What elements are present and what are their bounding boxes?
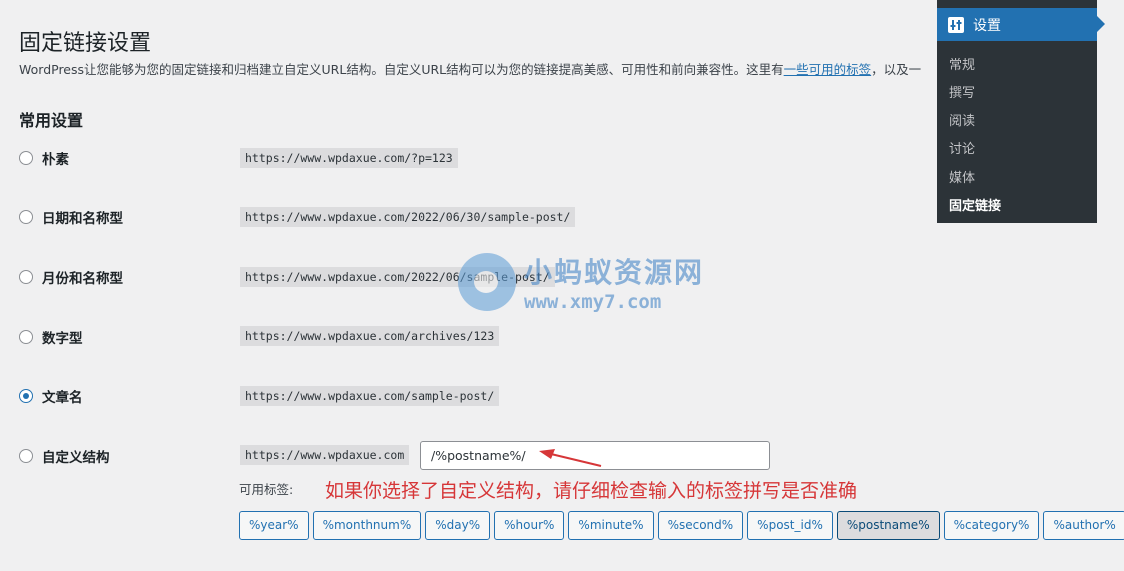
settings-menu-header[interactable]: 设置 (937, 8, 1105, 41)
tag-button-monthnum[interactable]: %monthnum% (312, 511, 422, 540)
tag-button-minute[interactable]: %minute% (568, 511, 654, 540)
url-example: https://www.wpdaxue.com/?p=123 (240, 148, 458, 168)
submenu-item-discussion[interactable]: 讨论 (949, 138, 975, 157)
radio-post-name[interactable] (19, 389, 33, 403)
option-post-name[interactable]: 文章名 (19, 385, 83, 407)
option-label: 朴素 (42, 152, 69, 168)
tag-button-postname[interactable]: %postname% (836, 511, 940, 540)
option-day-name[interactable]: 日期和名称型 (19, 206, 123, 228)
common-settings-heading: 常用设置 (19, 111, 84, 131)
settings-sliders-icon (948, 16, 964, 33)
tag-button-year[interactable]: %year% (239, 511, 309, 540)
intro-text: WordPress让您能够为您的固定链接和归档建立自定义URL结构。自定义URL… (19, 59, 937, 78)
option-label: 自定义结构 (42, 450, 110, 466)
submenu-item-media[interactable]: 媒体 (949, 167, 975, 186)
option-month-name[interactable]: 月份和名称型 (19, 266, 123, 288)
annotation-note: 如果你选择了自定义结构，请仔细检查输入的标签拼写是否准确 (325, 480, 858, 502)
watermark-url: www.xmy7.com (524, 291, 662, 313)
submenu-item-reading[interactable]: 阅读 (949, 110, 975, 129)
radio-custom-structure[interactable] (19, 449, 33, 463)
url-prefix: https://www.wpdaxue.com (240, 445, 410, 465)
url-example: https://www.wpdaxue.com/archives/123 (240, 326, 500, 346)
available-tags-link[interactable]: 一些可用的标签 (784, 62, 872, 77)
submenu-item-general[interactable]: 常规 (949, 54, 975, 73)
tag-button-second[interactable]: %second% (657, 511, 744, 540)
settings-menu-label: 设置 (973, 17, 1001, 34)
option-plain[interactable]: 朴素 (19, 147, 69, 169)
settings-submenu: 设置 常规 撰写 阅读 讨论 媒体 固定链接 (937, 0, 1105, 223)
radio-month-name[interactable] (19, 270, 33, 284)
option-custom-structure[interactable]: 自定义结构 (19, 445, 110, 467)
radio-plain[interactable] (19, 151, 33, 165)
annotation-arrow-icon (539, 449, 602, 467)
url-example: https://www.wpdaxue.com/sample-post/ (240, 386, 500, 406)
url-example: https://www.wpdaxue.com/2022/06/30/sampl… (240, 207, 576, 227)
watermark-logo-icon (458, 253, 516, 311)
watermark: 小蚂蚁资源网 www.xmy7.com (458, 251, 704, 313)
intro-text-before: WordPress让您能够为您的固定链接和归档建立自定义URL结构。自定义URL… (19, 62, 784, 77)
option-numeric[interactable]: 数字型 (19, 326, 83, 348)
tag-button-category[interactable]: %category% (943, 511, 1040, 540)
option-label: 日期和名称型 (42, 211, 123, 227)
available-tags-label: 可用标签: (239, 482, 294, 497)
watermark-name: 小蚂蚁资源网 (524, 256, 705, 289)
intro-text-after: ，以及一 (871, 62, 922, 77)
tag-buttons: %year% %monthnum% %day% %hour% %minute% … (239, 511, 1124, 540)
option-label: 数字型 (42, 331, 83, 347)
tag-button-hour[interactable]: %hour% (494, 511, 565, 540)
option-label: 文章名 (42, 390, 83, 406)
radio-day-name[interactable] (19, 210, 33, 224)
submenu-item-permalinks[interactable]: 固定链接 (949, 195, 1001, 214)
tag-button-day[interactable]: %day% (425, 511, 491, 540)
option-label: 月份和名称型 (42, 271, 123, 287)
tag-button-post-id[interactable]: %post_id% (747, 511, 833, 540)
page-title: 固定链接设置 (19, 30, 152, 56)
tag-button-author[interactable]: %author% (1043, 511, 1124, 540)
submenu-item-writing[interactable]: 撰写 (949, 82, 975, 101)
radio-numeric[interactable] (19, 330, 33, 344)
